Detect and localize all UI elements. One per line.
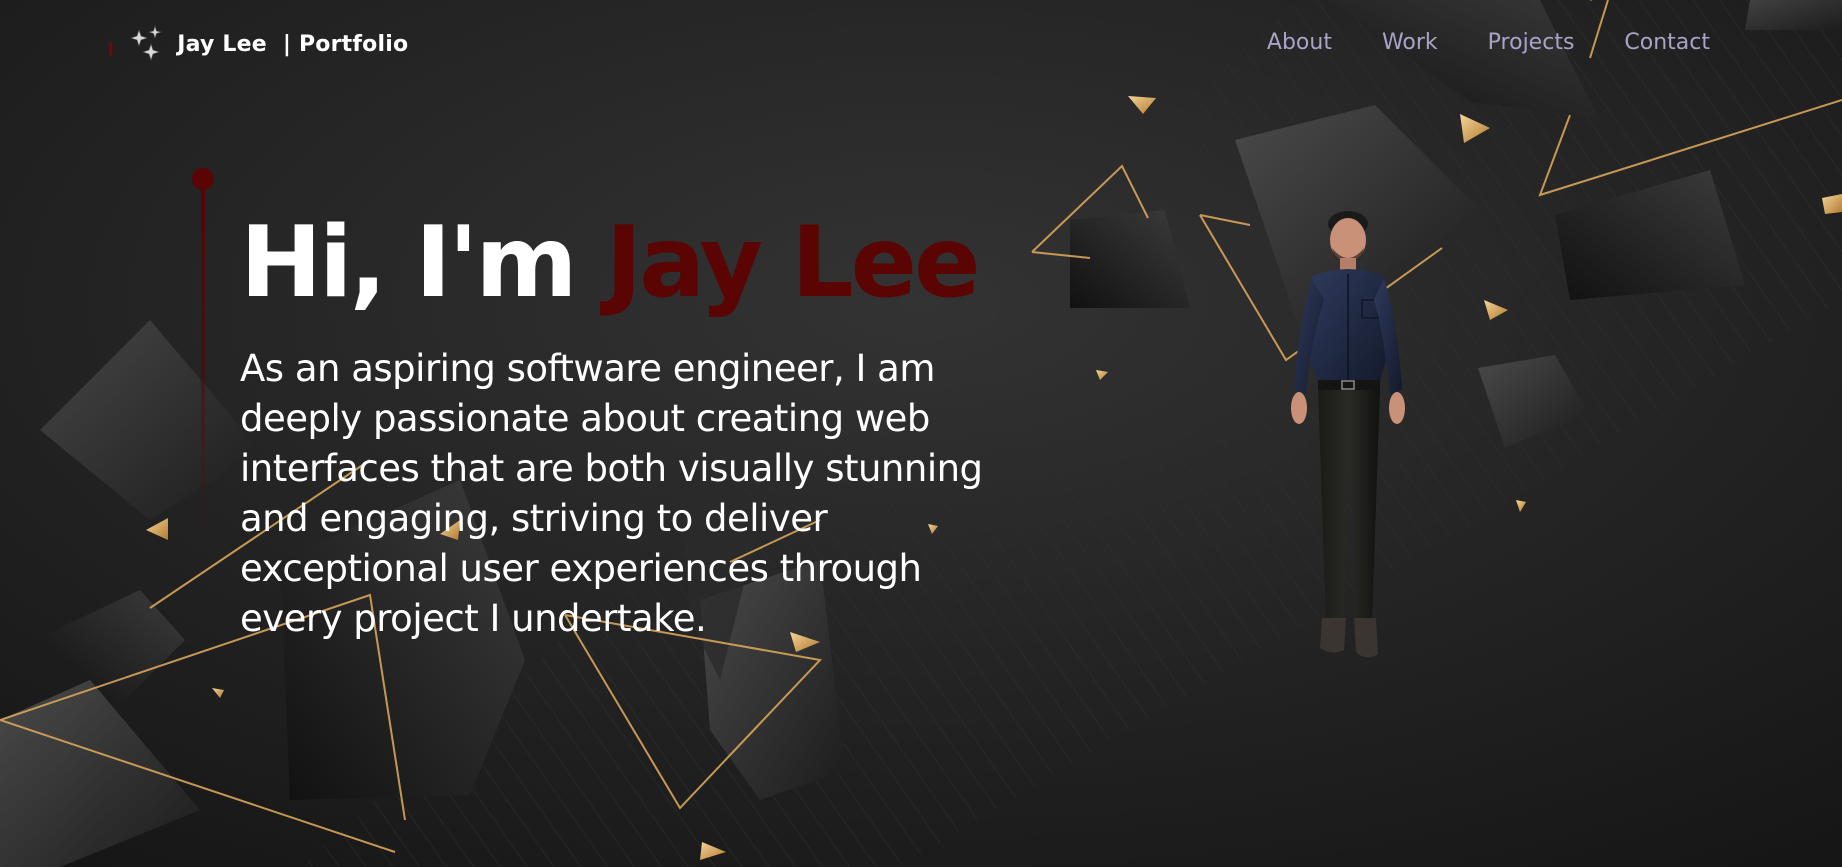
3d-avatar-figure: [1291, 211, 1405, 658]
brand-name: Jay Lee: [177, 31, 267, 57]
hero-name: Jay Lee: [605, 206, 981, 320]
brand-subtitle: | Portfolio: [282, 31, 409, 57]
nav-projects-link[interactable]: Projects: [1488, 30, 1575, 55]
hero-section: Hi, I'm Jay Lee As an aspiring software …: [240, 209, 1000, 644]
nav-contact-link[interactable]: Contact: [1624, 30, 1710, 55]
hero-accent-line: [192, 168, 214, 548]
nav-links: About Work Projects Contact: [1267, 30, 1710, 55]
pin-icon: ╻: [104, 31, 118, 56]
hero-title: Hi, I'm Jay Lee: [240, 209, 1000, 318]
shuriken-stars-icon: [130, 24, 163, 61]
nav-about-link[interactable]: About: [1267, 30, 1332, 55]
nav-work-link[interactable]: Work: [1382, 30, 1438, 55]
hero-greeting: Hi, I'm: [240, 206, 606, 320]
hero-description: As an aspiring software engineer, I am d…: [240, 346, 983, 640]
top-navigation: ╻ Jay Lee | Portfolio About Work Project…: [0, 0, 1842, 92]
brand-logo[interactable]: ╻ Jay Lee | Portfolio: [104, 24, 408, 64]
